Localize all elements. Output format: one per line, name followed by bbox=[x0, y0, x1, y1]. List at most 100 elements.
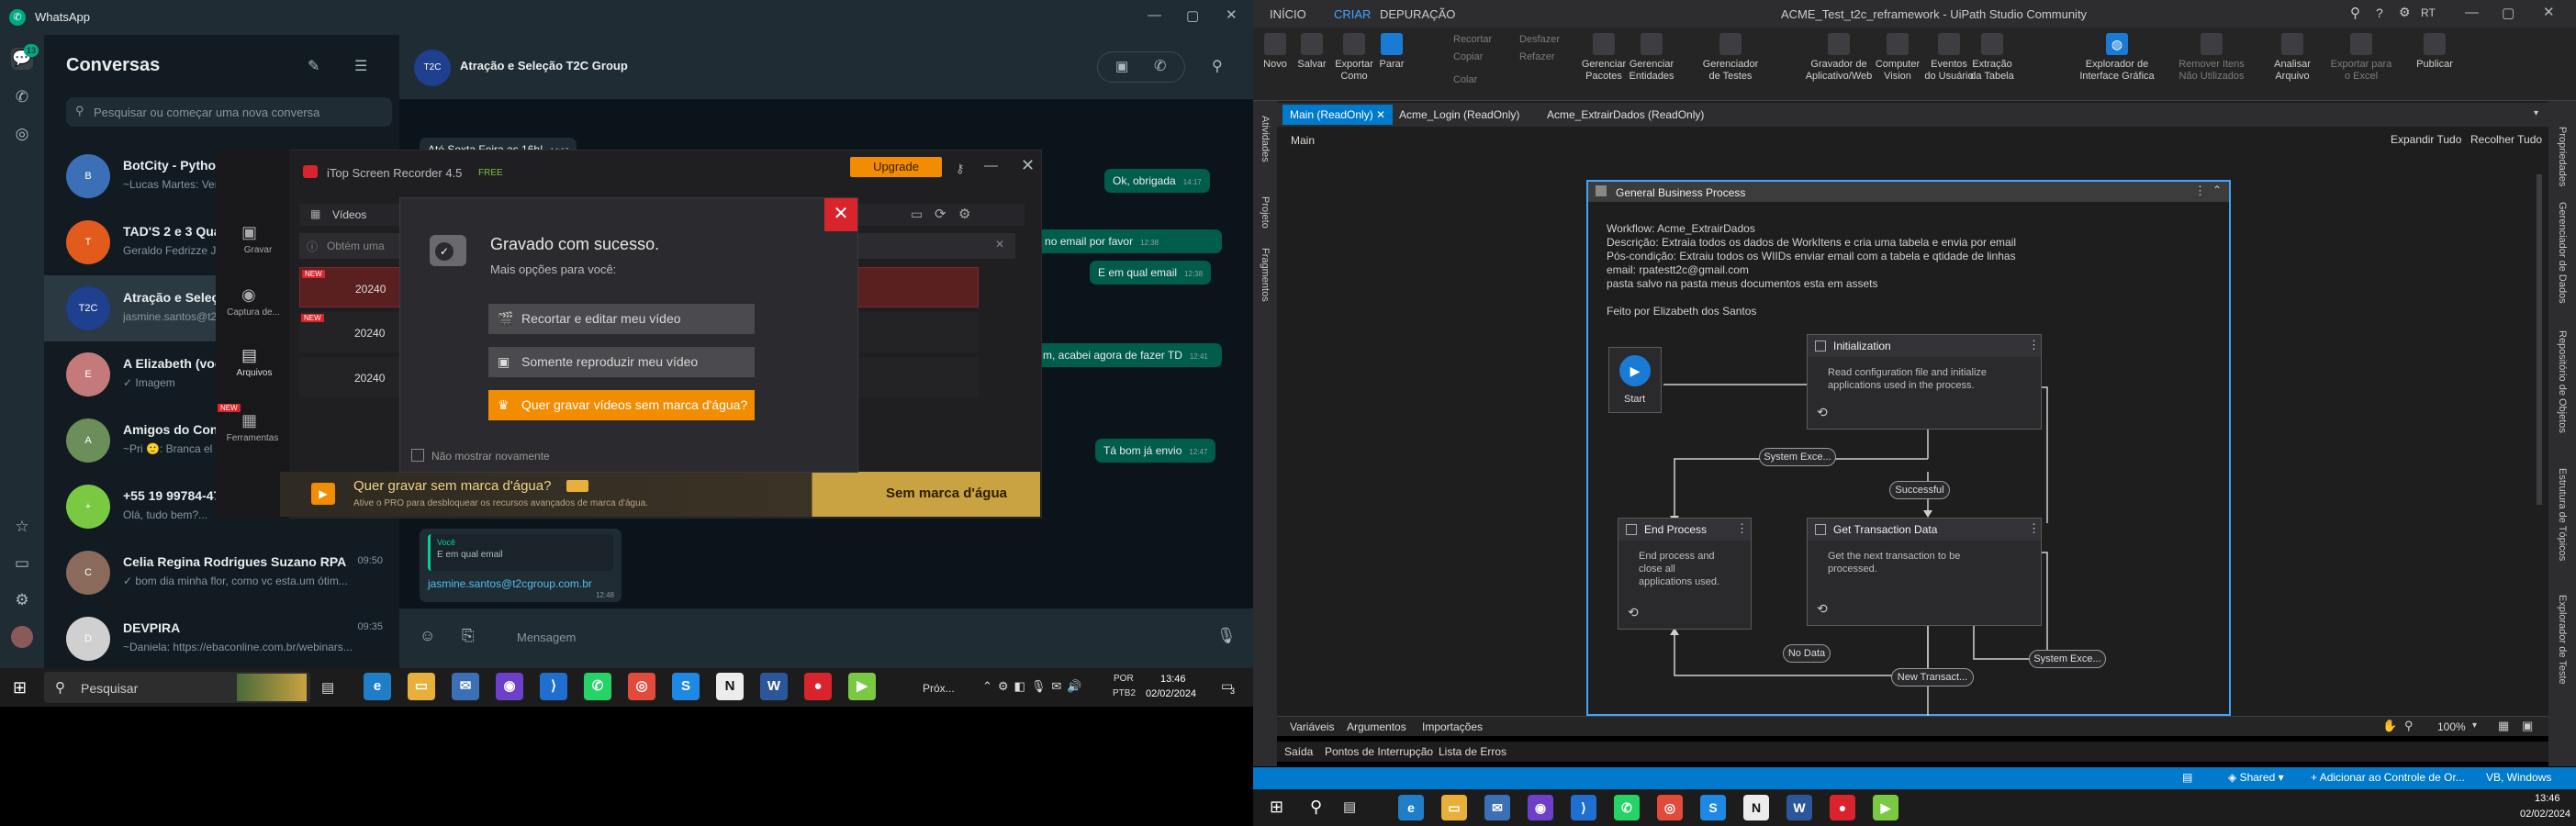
new-chat-icon[interactable]: ✎ bbox=[308, 57, 319, 75]
state-initialization[interactable]: Initialization ⋮ Read configuration file… bbox=[1807, 334, 2042, 430]
avatar[interactable]: B bbox=[66, 154, 110, 198]
avatar[interactable]: + bbox=[66, 485, 110, 529]
redo-action[interactable]: Refazer bbox=[1519, 51, 1555, 62]
variables-tab[interactable]: Variáveis bbox=[1290, 720, 1334, 733]
side-label[interactable]: Ferramentas bbox=[219, 433, 286, 443]
taskbar-search[interactable]: ⚲ Pesquisar bbox=[44, 672, 310, 703]
refresh-icon[interactable]: ⟳ bbox=[935, 206, 946, 222]
project-panel-tab[interactable]: Projeto bbox=[1260, 196, 1271, 229]
settings-icon[interactable]: ⚙ bbox=[2399, 5, 2411, 20]
ribbon-table-button[interactable]: Extração da Tabela bbox=[1970, 33, 2014, 83]
transition-label[interactable]: New Transact... bbox=[1891, 668, 1974, 686]
avatar[interactable]: T2C bbox=[66, 286, 110, 330]
error-list-tab[interactable]: Lista de Erros bbox=[1439, 745, 1506, 758]
search-box[interactable]: ⚲ Pesquisar ou começar uma nova conversa bbox=[66, 97, 392, 127]
mail-icon[interactable]: ✉ bbox=[452, 673, 479, 700]
avatar[interactable]: C bbox=[66, 551, 110, 595]
github-icon[interactable]: ◉ bbox=[496, 673, 523, 700]
project-target[interactable]: VB, Windows bbox=[2486, 771, 2551, 784]
tab-acme-login[interactable]: Acme_Login (ReadOnly) bbox=[1392, 105, 1527, 125]
calls-icon[interactable]: ✆ bbox=[11, 86, 33, 108]
ribbon-excel-button[interactable]: Exportar para o Excel bbox=[2328, 33, 2394, 83]
test-explorer-panel-tab[interactable]: Explorador de Teste bbox=[2557, 595, 2568, 685]
transition-label[interactable]: System Exce... bbox=[1759, 448, 1836, 466]
tab-overflow-icon[interactable]: ▾ bbox=[2534, 108, 2538, 118]
file-explorer-icon[interactable]: ▭ bbox=[408, 673, 435, 700]
keyboard-layout[interactable]: PTB2 bbox=[1113, 688, 1136, 698]
copy-action[interactable]: Copiar bbox=[1453, 51, 1483, 62]
ribbon-vision-button[interactable]: Computer Vision bbox=[1873, 33, 1922, 83]
avatar[interactable]: T bbox=[66, 220, 110, 264]
ribbon-publish-button[interactable]: Publicar bbox=[2413, 33, 2457, 71]
avatar[interactable]: A bbox=[66, 419, 110, 463]
notion-icon[interactable]: N bbox=[1743, 795, 1769, 820]
maximize-icon[interactable]: ▢ bbox=[1186, 7, 1199, 24]
tab-acme-extrair[interactable]: Acme_ExtrairDados (ReadOnly) bbox=[1540, 105, 1711, 125]
properties-panel-tab[interactable]: Propriedades bbox=[2557, 127, 2568, 186]
minimize-icon[interactable]: — bbox=[984, 158, 998, 173]
minimize-icon[interactable]: — bbox=[1148, 7, 1161, 23]
microphone-icon[interactable]: 🎙 bbox=[1216, 627, 1237, 645]
menu-depuracao[interactable]: DEPURAÇÃO bbox=[1380, 7, 1455, 21]
conversation-title[interactable]: Atração e Seleção T2C Group bbox=[460, 59, 628, 73]
ribbon-analyze-button[interactable]: Analisar Arquivo bbox=[2268, 33, 2317, 83]
chrome-icon[interactable]: ◎ bbox=[1657, 795, 1683, 820]
videos-label[interactable]: Vídeos bbox=[332, 208, 366, 221]
language-code[interactable]: POR bbox=[1114, 674, 1134, 684]
outline-panel-tab[interactable]: Estrutura de Tópicos bbox=[2557, 468, 2568, 561]
more-icon[interactable]: ⋮ bbox=[2028, 521, 2040, 536]
object-repo-panel-tab[interactable]: Repositório de Objetos bbox=[2557, 330, 2568, 433]
close-button[interactable]: ✕ bbox=[824, 198, 857, 231]
no-watermark-dialog-button[interactable]: ♛ Quer gravar vídeos sem marca d'água? bbox=[488, 390, 755, 420]
edit-video-button[interactable]: 🎬 Recortar e editar meu vídeo bbox=[488, 304, 755, 334]
minimize-icon[interactable]: — bbox=[2465, 5, 2479, 20]
start-node[interactable]: ▶ Start bbox=[1608, 347, 1662, 413]
system-tray-icons[interactable]: ⌃⚙◧🎙✉🔊 bbox=[982, 679, 1087, 694]
task-view-icon[interactable]: ▤ bbox=[321, 679, 334, 696]
app-s-icon[interactable]: S bbox=[1700, 795, 1726, 820]
maximize-icon[interactable]: ▢ bbox=[2502, 5, 2514, 21]
running-task-label[interactable]: Próx... bbox=[923, 682, 955, 695]
source-control-button[interactable]: + Adicionar ao Controle de Or... bbox=[2311, 771, 2465, 784]
close-icon[interactable]: ✕ bbox=[1021, 156, 1035, 175]
transition-label[interactable]: No Data bbox=[1783, 644, 1831, 663]
help-icon[interactable]: ? bbox=[2376, 6, 2383, 20]
transition-label[interactable]: Successful bbox=[1889, 481, 1950, 499]
profile-avatar[interactable] bbox=[11, 626, 33, 648]
ribbon-remove-button[interactable]: Remover Itens Não Utilizados bbox=[2172, 33, 2251, 83]
side-label[interactable]: Gravar bbox=[230, 245, 286, 255]
chat-list-item[interactable]: C Celia Regina Rodrigues Suzano RPA ✓ bom … bbox=[44, 540, 399, 606]
shared-indicator[interactable]: ◈ Shared ▾ bbox=[2228, 771, 2284, 784]
side-label[interactable]: Captura de... bbox=[221, 307, 286, 318]
edge-icon[interactable]: e bbox=[364, 673, 391, 700]
group-avatar[interactable]: T2C bbox=[414, 50, 451, 86]
dont-show-checkbox[interactable] bbox=[411, 449, 424, 462]
search-icon[interactable]: ⚲ bbox=[1310, 798, 1322, 817]
message-input[interactable]: Mensagem bbox=[517, 631, 576, 644]
chrome-icon[interactable]: ◎ bbox=[628, 673, 655, 700]
word-icon[interactable]: W bbox=[1786, 795, 1812, 820]
recorder-taskbar-icon[interactable]: ● bbox=[804, 673, 832, 700]
state-machine-container[interactable]: General Business Process ⋮ ⌃ Workflow: A… bbox=[1586, 180, 2231, 718]
no-watermark-button[interactable]: Sem marca d'água bbox=[886, 486, 1007, 501]
chat-list-item[interactable]: D DEVPIRA ~Daniela: https://ebaconline.com… bbox=[44, 606, 399, 672]
word-icon[interactable]: W bbox=[760, 673, 788, 700]
paste-action[interactable]: Colar bbox=[1453, 74, 1477, 85]
transition-label[interactable]: System Exce... bbox=[2029, 650, 2106, 668]
undo-action[interactable]: Desfazer bbox=[1519, 34, 1560, 45]
files-icon[interactable]: ▤ bbox=[241, 346, 257, 365]
zoom-dropdown-icon[interactable]: ▾ bbox=[2472, 720, 2477, 731]
windows-start-icon[interactable]: ⊞ bbox=[1270, 798, 1283, 817]
close-icon[interactable]: ✕ bbox=[2543, 4, 2555, 20]
clock-date[interactable]: 02/02/2024 bbox=[1146, 688, 1196, 699]
ribbon-event-button[interactable]: Eventos do Usuário bbox=[1924, 33, 1974, 83]
file-explorer-icon[interactable]: ▭ bbox=[1441, 795, 1467, 820]
data-manager-panel-tab[interactable]: Gerenciador de Dados bbox=[2557, 202, 2568, 304]
overview-icon[interactable]: ▣ bbox=[2522, 719, 2533, 733]
key-icon[interactable]: ⚷ bbox=[956, 162, 965, 176]
upgrade-button[interactable]: Upgrade bbox=[850, 157, 942, 177]
zoom-level[interactable]: 100% bbox=[2437, 720, 2466, 733]
filter-icon[interactable]: ☰ bbox=[354, 57, 367, 75]
search-icon[interactable]: ⚲ bbox=[2350, 5, 2360, 21]
edge-icon[interactable]: e bbox=[1398, 795, 1424, 820]
